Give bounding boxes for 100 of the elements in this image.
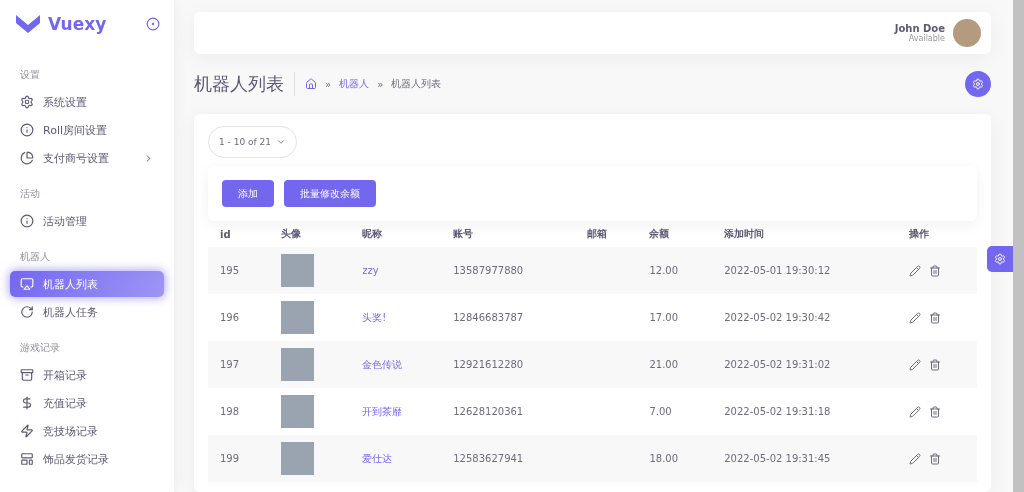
edit-icon[interactable]	[909, 358, 922, 371]
lightning-icon	[20, 424, 34, 438]
pagination-dropdown[interactable]: 1 - 10 of 21	[208, 126, 297, 158]
nickname-link[interactable]: 爱仕达	[350, 435, 442, 482]
dollar-icon	[20, 396, 34, 410]
sidebar-item-label: 充值记录	[43, 395, 88, 411]
edit-icon[interactable]	[909, 311, 922, 324]
table-cell: 196	[208, 294, 270, 341]
photo-placeholder	[281, 301, 315, 334]
page-title: 机器人列表	[194, 72, 295, 96]
breadcrumb-separator: »	[377, 78, 384, 90]
delete-icon[interactable]	[929, 358, 942, 371]
section-title: 机器人	[19, 250, 51, 264]
sidebar-item[interactable]: Roll房间设置	[10, 117, 164, 143]
info-icon	[20, 123, 34, 137]
table-cell: 2022-05-02 19:31:18	[712, 388, 898, 435]
breadcrumb-item[interactable]: 机器人	[339, 77, 370, 91]
column-header: 添加时间	[712, 221, 898, 247]
pie-chart-icon	[20, 151, 34, 165]
user-status: Available	[908, 34, 945, 43]
edit-icon[interactable]	[909, 405, 922, 418]
collapse-toggle-icon[interactable]	[146, 17, 160, 31]
column-header: 操作	[897, 221, 977, 247]
settings-button[interactable]	[965, 71, 991, 97]
edit-icon[interactable]	[909, 452, 922, 465]
sidebar-item-label: 活动管理	[43, 213, 88, 229]
refresh-icon	[20, 305, 34, 319]
customizer-button[interactable]	[987, 246, 1013, 272]
column-header: id	[208, 221, 270, 247]
settings-icon	[972, 78, 984, 90]
archive-icon	[20, 368, 34, 382]
sidebar-item[interactable]: 活动管理	[10, 208, 164, 234]
sidebar-item-label: 饰品发货记录	[43, 451, 110, 467]
brand-name: Vuexy	[48, 14, 108, 34]
action-button[interactable]: 添加	[222, 180, 274, 207]
sidebar-item-label: 竞技场记录	[43, 423, 99, 439]
photo-placeholder	[281, 395, 315, 428]
table-cell: 12921612280	[441, 341, 575, 388]
nickname-link[interactable]: zzy	[350, 247, 442, 294]
photo-placeholder	[281, 348, 315, 381]
layout-icon	[20, 452, 34, 466]
table-cell: 12846683787	[441, 294, 575, 341]
sidebar-item-label: 机器人任务	[43, 304, 99, 320]
nickname-link[interactable]: 开到茶靡	[350, 388, 442, 435]
table-cell: 17.00	[637, 294, 713, 341]
gear-icon	[20, 95, 34, 109]
photo-placeholder	[281, 442, 315, 475]
breadcrumb-separator: »	[325, 78, 332, 90]
sidebar-item[interactable]: 竞技场记录	[10, 418, 164, 444]
table-cell: 2022-05-01 19:30:12	[712, 247, 898, 294]
sidebar-item[interactable]: 支付商号设置	[10, 145, 164, 171]
scrollbar[interactable]	[1013, 0, 1024, 492]
avatar-placeholder[interactable]	[953, 19, 981, 47]
sidebar-item-label: 支付商号设置	[43, 150, 110, 166]
delete-icon[interactable]	[929, 311, 942, 324]
nickname-link[interactable]: 金色传说	[350, 341, 442, 388]
sidebar-item[interactable]: 开箱记录	[10, 362, 164, 388]
table-cell: 12583627941	[441, 435, 575, 482]
table-cell: 13587977880	[441, 247, 575, 294]
table-cell: 198	[208, 388, 270, 435]
sidebar-item-label: 开箱记录	[43, 367, 88, 383]
column-header: 昵称	[350, 221, 442, 247]
sidebar-item-label: 机器人列表	[43, 276, 99, 292]
sidebar-item[interactable]: 机器人任务	[10, 299, 164, 325]
table-cell: 199	[208, 435, 270, 482]
table-cell: 2022-05-02 19:31:45	[712, 435, 898, 482]
sidebar-item[interactable]: 机器人列表	[10, 271, 164, 297]
table-cell: 21.00	[637, 341, 713, 388]
table-cell: 12.00	[637, 247, 713, 294]
column-header: 邮箱	[574, 221, 638, 247]
column-header: 账号	[441, 221, 575, 247]
section-title: 游戏记录	[19, 341, 61, 355]
column-header: 头像	[269, 221, 351, 247]
breadcrumb-item: 机器人列表	[391, 77, 442, 91]
nickname-link[interactable]: 头奖!	[350, 294, 442, 341]
sidebar-item[interactable]: 系统设置	[10, 89, 164, 115]
delete-icon[interactable]	[929, 264, 942, 277]
info-icon	[20, 214, 34, 228]
table-cell: 2022-05-02 19:30:42	[712, 294, 898, 341]
settings-icon	[994, 253, 1006, 265]
monitor-icon	[20, 277, 34, 291]
column-header: 余额	[637, 221, 713, 247]
sidebar-item-label: 系统设置	[43, 94, 88, 110]
table-cell: 197	[208, 341, 270, 388]
photo-placeholder	[281, 254, 315, 287]
home-icon[interactable]	[305, 78, 317, 90]
sidebar-item[interactable]: 充值记录	[10, 390, 164, 416]
delete-icon[interactable]	[929, 405, 942, 418]
logo-icon	[16, 15, 40, 33]
user-name: John Doe	[894, 23, 945, 34]
section-title: 设置	[19, 68, 41, 82]
chevron-down-icon	[276, 137, 286, 147]
edit-icon[interactable]	[909, 264, 922, 277]
section-title: 活动	[19, 187, 41, 201]
sidebar-item[interactable]: 饰品发货记录	[10, 446, 164, 472]
delete-icon[interactable]	[929, 452, 942, 465]
table-cell: 12628120361	[441, 388, 575, 435]
table-cell: 18.00	[637, 435, 713, 482]
action-button[interactable]: 批量修改余额	[284, 180, 376, 207]
table-cell: 195	[208, 247, 270, 294]
